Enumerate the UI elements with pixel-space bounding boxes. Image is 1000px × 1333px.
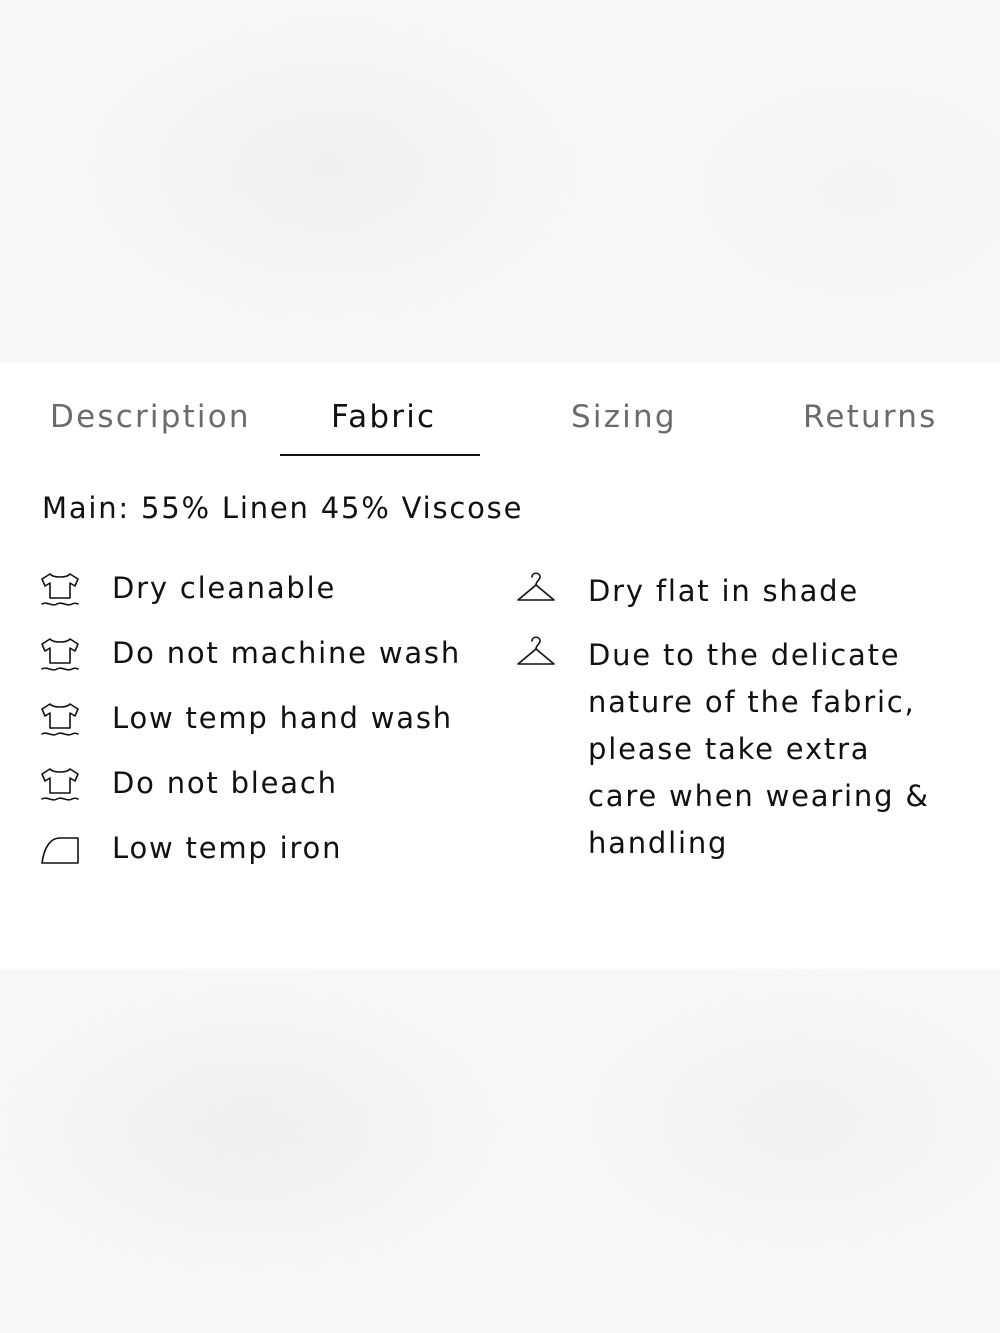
tab-sizing[interactable]: Sizing — [571, 399, 677, 457]
shirt-wash-icon — [40, 570, 80, 608]
care-item-delicate-note: Due to the delicate nature of the fabric… — [516, 632, 946, 867]
tab-description[interactable]: Description — [50, 399, 251, 457]
care-item-low-temp-iron: Low temp iron — [40, 828, 480, 868]
shirt-wash-icon — [40, 635, 80, 673]
care-item-dry-cleanable: Dry cleanable — [40, 568, 480, 608]
care-item-no-machine-wash: Do not machine wash — [40, 633, 480, 673]
care-text: Low temp hand wash — [112, 701, 453, 735]
care-text: Do not machine wash — [112, 636, 462, 670]
care-item-dry-flat: Dry flat in shade — [516, 568, 946, 615]
active-tab-underline — [280, 454, 480, 456]
care-text: Dry cleanable — [112, 571, 337, 605]
care-item-no-bleach: Do not bleach — [40, 763, 480, 803]
shirt-wash-icon — [40, 765, 80, 803]
care-text: Low temp iron — [112, 831, 343, 865]
hanger-icon — [516, 634, 556, 672]
care-list-right: Dry flat in shade Due to the delicate na… — [516, 568, 946, 884]
care-item-hand-wash: Low temp hand wash — [40, 698, 480, 738]
care-text: Dry flat in shade — [588, 574, 860, 608]
fabric-composition: Main: 55% Linen 45% Viscose — [42, 491, 524, 525]
care-list-left: Dry cleanable Do not machine wash Low te… — [40, 568, 480, 893]
tab-bar: Description Fabric Sizing Returns — [0, 363, 1000, 458]
care-text: Do not bleach — [112, 766, 338, 800]
shirt-wash-icon — [40, 700, 80, 738]
hanger-icon — [516, 570, 556, 608]
iron-icon — [40, 830, 80, 868]
tab-returns[interactable]: Returns — [803, 399, 937, 457]
care-text: Due to the delicate nature of the fabric… — [588, 638, 930, 860]
product-info-panel: Description Fabric Sizing Returns Main: … — [0, 363, 1000, 969]
tab-fabric[interactable]: Fabric — [331, 399, 436, 457]
